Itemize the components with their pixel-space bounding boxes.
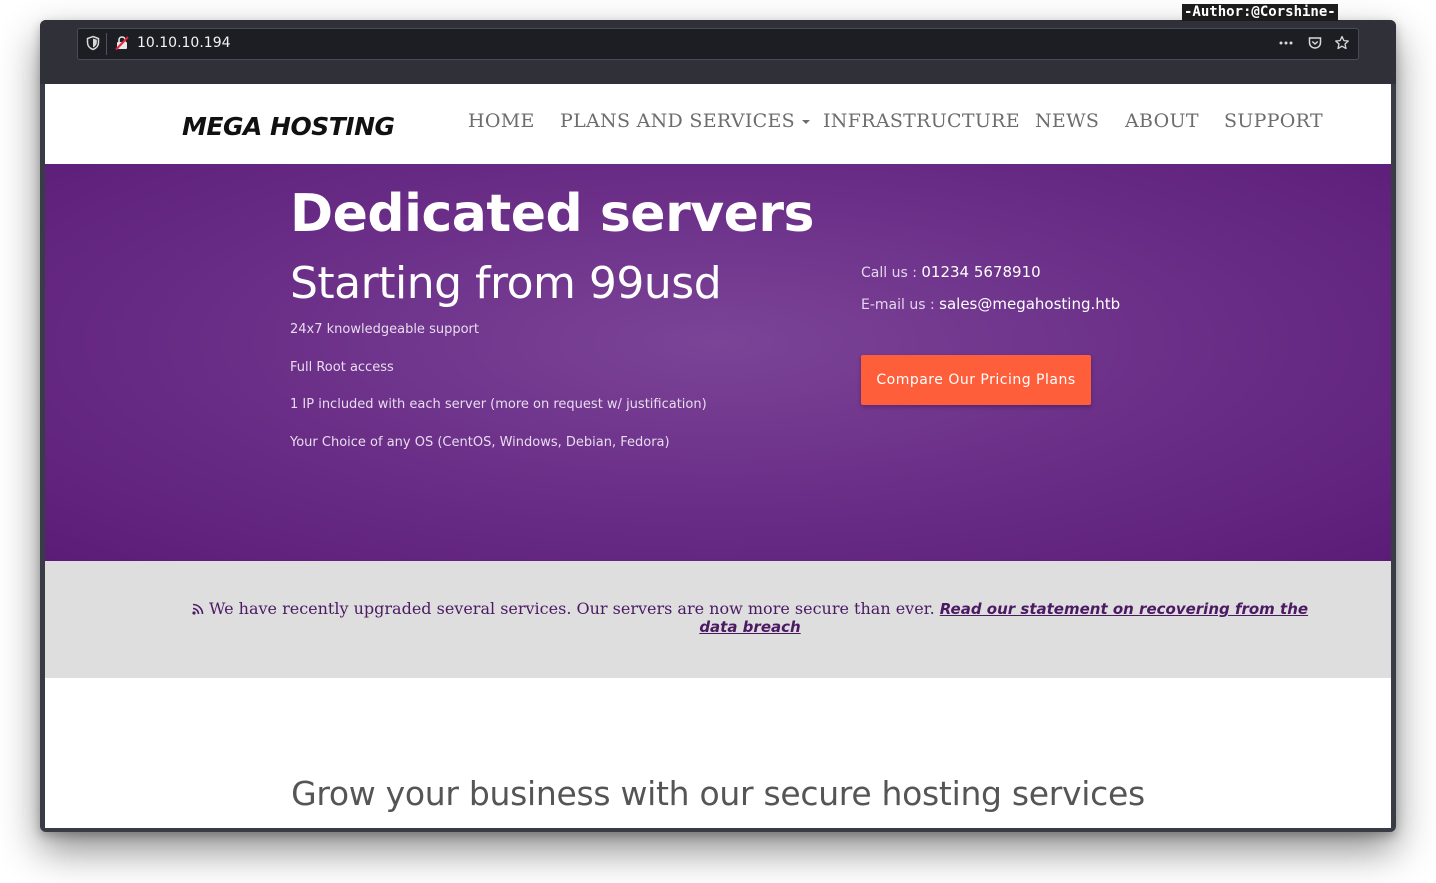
feature-item: 24x7 knowledgeable support — [290, 322, 479, 337]
nav-news[interactable]: NEWS — [1035, 110, 1099, 132]
author-watermark: -Author:@Corshine- — [1182, 4, 1338, 21]
nav-plans-and-services[interactable]: PLANS AND SERVICES — [560, 110, 810, 132]
feature-item: Your Choice of any OS (CentOS, Windows, … — [290, 435, 670, 450]
url-text[interactable]: 10.10.10.194 — [137, 35, 231, 52]
url-bar[interactable]: 10.10.10.194 — [77, 28, 1359, 60]
announcement-text: We have recently upgraded several servic… — [180, 600, 1320, 636]
section-heading: Grow your business with our secure hosti… — [291, 774, 1145, 813]
caret-down-icon — [802, 120, 810, 124]
hero-title: Dedicated servers — [290, 184, 814, 244]
pocket-icon[interactable] — [1307, 35, 1323, 51]
nav-plans-label: PLANS AND SERVICES — [560, 110, 795, 132]
announcement-message: We have recently upgraded several servic… — [208, 599, 935, 618]
page-viewport: MEGA HOSTING HOME PLANS AND SERVICES INF… — [45, 84, 1391, 828]
browser-toolbar: 10.10.10.194 — [40, 20, 1396, 84]
site-navbar: MEGA HOSTING HOME PLANS AND SERVICES INF… — [45, 84, 1391, 164]
phone-label: Call us : — [861, 265, 922, 281]
url-separator — [106, 33, 107, 55]
hero-banner: Dedicated servers Starting from 99usd 24… — [45, 164, 1391, 561]
phone-value[interactable]: 01234 5678910 — [921, 263, 1040, 281]
contact-phone: Call us : 01234 5678910 — [861, 263, 1041, 281]
nav-infrastructure[interactable]: INFRASTRUCTURE — [823, 110, 1020, 132]
site-logo[interactable]: MEGA HOSTING — [182, 112, 395, 141]
email-label: E-mail us : — [861, 297, 940, 313]
feature-item: 1 IP included with each server (more on … — [290, 397, 707, 412]
nav-home[interactable]: HOME — [468, 110, 535, 132]
email-value[interactable]: sales@megahosting.htb — [939, 295, 1120, 313]
contact-email: E-mail us : sales@megahosting.htb — [861, 295, 1120, 313]
bookmark-star-icon[interactable] — [1334, 35, 1350, 51]
announcement-bar: We have recently upgraded several servic… — [45, 561, 1391, 678]
insecure-lock-icon[interactable] — [114, 35, 130, 51]
hero-subtitle: Starting from 99usd — [290, 258, 722, 309]
nav-support[interactable]: SUPPORT — [1224, 110, 1323, 132]
nav-about[interactable]: ABOUT — [1125, 110, 1199, 132]
shield-icon[interactable] — [85, 35, 101, 51]
feature-item: Full Root access — [290, 360, 394, 375]
rss-icon — [192, 603, 204, 615]
browser-window: 10.10.10.194 MEGA HOSTING HOME PLANS AND… — [40, 20, 1396, 832]
more-actions-icon[interactable] — [1278, 35, 1294, 51]
compare-pricing-button[interactable]: Compare Our Pricing Plans — [861, 355, 1091, 405]
